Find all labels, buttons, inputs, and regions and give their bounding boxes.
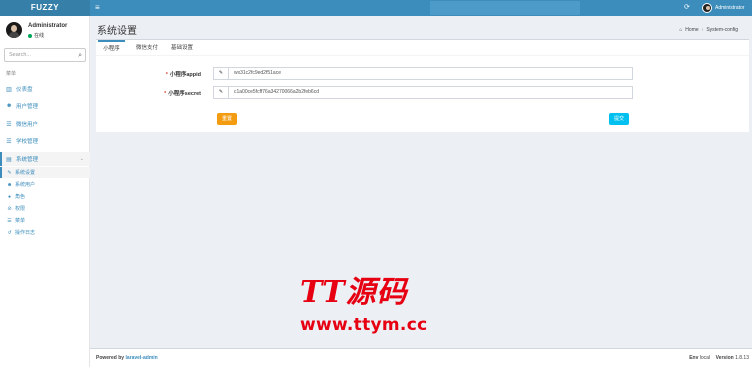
settings-tabs: 小程序 微信支付 基础设置	[96, 40, 749, 56]
sidebar-search-input[interactable]: Search... ⌕	[4, 48, 86, 62]
status-badge: 在线	[28, 32, 44, 39]
sidebar-item-label: 用户管理	[16, 104, 39, 110]
required-mark: *	[165, 72, 168, 78]
sidebar-item-label: 系统管理	[16, 157, 39, 163]
sidebar-subitem-system-users[interactable]: ☻ 系统用户	[0, 179, 90, 190]
users-icon: ☻	[7, 181, 13, 188]
breadcrumb-current: System-config	[706, 27, 738, 33]
top-search-bar[interactable]	[430, 1, 580, 15]
breadcrumb: ⌂ Home › System-config	[679, 27, 738, 33]
sidebar-item-system[interactable]: ▤ 系统管理 ⌄	[0, 152, 90, 166]
sidebar-item-label: 仪表盘	[16, 87, 33, 93]
tab-mini-program[interactable]: 小程序	[98, 40, 125, 56]
tab-wechat-pay[interactable]: 微信支付	[132, 40, 162, 56]
pencil-icon: ✎	[214, 87, 229, 98]
sidebar-subitem-label: 系统设置	[15, 170, 36, 176]
wrench-icon: ✎	[7, 169, 12, 176]
sidebar-subitem-label: 菜单	[15, 218, 26, 224]
avatar	[702, 3, 712, 13]
sidebar-subitem-label: 权限	[15, 206, 26, 212]
online-dot-icon	[28, 33, 32, 38]
sidebar-subitem-operation-log[interactable]: ↺ 操作日志	[0, 227, 90, 238]
appid-input-group[interactable]: ✎ wx31c2fc9ed2f51ace	[213, 67, 633, 80]
sidebar-subitem-label: 操作日志	[15, 230, 36, 236]
user-icon: ●	[7, 193, 12, 200]
watermark-url: www.ttym.cc	[300, 315, 428, 335]
sidebar-item-dashboard[interactable]: ▥ 仪表盘	[0, 82, 90, 96]
sidebar-item-label: 微信用户	[16, 122, 39, 128]
sidebar-user-panel: Administrator 在线	[4, 20, 88, 40]
sidebar-item-wechat-users[interactable]: ☰ 微信用户	[0, 117, 90, 131]
user-menu[interactable]: Administrator	[702, 2, 744, 14]
secret-field[interactable]: c1a00ce5fcff76a34270066a2b2feb6cd	[229, 87, 319, 98]
sidebar-item-label: 学校管理	[16, 139, 39, 145]
footer-powered: Powered by laravel-admin	[96, 355, 158, 361]
avatar	[6, 22, 22, 38]
history-icon: ↺	[7, 229, 12, 236]
top-navbar: FUZZY ≡ ⟳ Administrator	[0, 0, 752, 16]
tab-basic-settings[interactable]: 基础设置	[168, 40, 196, 56]
search-icon[interactable]: ⌕	[78, 51, 82, 60]
list-icon: ☰	[6, 138, 12, 145]
appid-field[interactable]: wx31c2fc9ed2f51ace	[229, 68, 281, 79]
settings-form-box: 小程序 微信支付 基础设置 * 小程序appid ✎ wx31c2fc9ed2f5…	[96, 39, 749, 132]
home-icon: ⌂	[679, 27, 683, 33]
app-logo[interactable]: FUZZY	[0, 0, 90, 16]
submit-button[interactable]: 提交	[609, 113, 629, 125]
refresh-icon[interactable]: ⟳	[684, 3, 690, 13]
secret-input-group[interactable]: ✎ c1a00ce5fcff76a34270066a2b2feb6cd	[213, 86, 633, 99]
footer: Powered by laravel-admin Env local Versi…	[90, 348, 752, 367]
bars-icon: ☰	[7, 217, 12, 224]
status-text: 在线	[34, 33, 45, 39]
sidebar-subitem-label: 系统用户	[15, 182, 36, 188]
reset-button[interactable]: 重置	[217, 113, 237, 125]
user-name: Administrator	[715, 5, 745, 11]
form-row-appid: * 小程序appid ✎ wx31c2fc9ed2f51ace	[96, 67, 749, 80]
breadcrumb-separator: ›	[701, 27, 704, 33]
users-icon: ☻	[6, 103, 13, 109]
footer-version-info: Env local Version 1.8.13	[689, 355, 749, 361]
sidebar-user-name: Administrator	[28, 23, 68, 29]
laravel-admin-link[interactable]: laravel-admin	[125, 355, 157, 361]
watermark-logo: TT源码	[300, 275, 408, 310]
sidebar: Administrator 在线 Search... ⌕ 菜单 ▥ 仪表盘 ☻ …	[0, 16, 90, 367]
hamburger-icon[interactable]: ≡	[95, 3, 103, 13]
secret-label: * 小程序secret	[164, 91, 201, 97]
search-placeholder: Search...	[9, 52, 32, 58]
sidebar-subitem-roles[interactable]: ● 角色	[0, 191, 90, 202]
chart-icon: ▥	[6, 86, 12, 93]
sidebar-subitem-system-config[interactable]: ✎ 系统设置	[0, 167, 90, 178]
pencil-icon: ✎	[214, 68, 229, 79]
page-title: 系统设置	[97, 26, 137, 37]
sidebar-item-schools[interactable]: ☰ 学校管理	[0, 134, 90, 148]
form-row-secret: * 小程序secret ✎ c1a00ce5fcff76a34270066a2b2…	[96, 86, 749, 99]
sidebar-subitem-menu[interactable]: ☰ 菜单	[0, 215, 90, 226]
chevron-down-icon: ⌄	[79, 156, 84, 162]
appid-label: * 小程序appid	[165, 72, 201, 78]
sidebar-header: 菜单	[6, 71, 17, 77]
sidebar-subitem-label: 角色	[15, 194, 26, 200]
ban-icon: ⊘	[7, 205, 12, 212]
breadcrumb-home[interactable]: Home	[685, 27, 698, 33]
sidebar-item-users[interactable]: ☻ 用户管理	[0, 99, 90, 113]
sidebar-subitem-permissions[interactable]: ⊘ 权限	[0, 203, 90, 214]
tasks-icon: ▤	[6, 156, 12, 163]
list-icon: ☰	[6, 121, 12, 128]
required-mark: *	[164, 91, 167, 97]
